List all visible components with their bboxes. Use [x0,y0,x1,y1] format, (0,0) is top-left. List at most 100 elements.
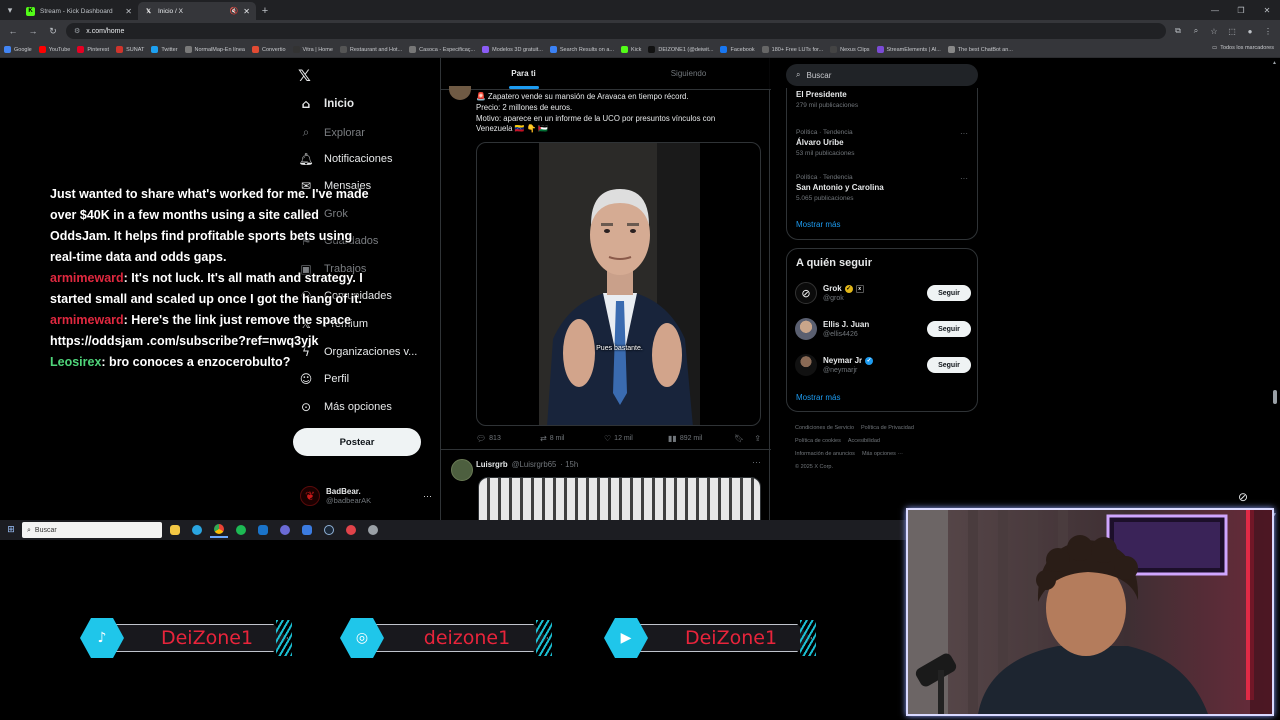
tweet-image[interactable] [478,477,761,520]
more-icon[interactable]: ··· [960,174,968,183]
footer-link[interactable]: Política de Privacidad [861,425,914,431]
scroll-up-icon[interactable]: ▲ [1272,60,1277,66]
footer-link[interactable]: Política de cookies [795,438,841,444]
app-icon[interactable] [364,522,382,538]
file-explorer-icon[interactable] [166,522,184,538]
more-icon[interactable]: ··· [960,129,968,138]
extensions-icon[interactable]: ⬚ [1226,25,1238,37]
bookmark-item[interactable]: YouTube [38,46,70,53]
nav-item-user[interactable]: ☺ Perfil [298,372,349,386]
like-button[interactable]: ♡ 12 mil [604,434,668,443]
forward-icon[interactable]: → [26,24,40,38]
bookmark-item[interactable]: Convertio [251,46,286,53]
tab-search-icon[interactable]: ▾ [0,0,20,20]
bookmark-item[interactable]: StreamElements | Al... [876,46,941,53]
tab-kick-dashboard[interactable]: K Stream - Kick Dashboard ✕ [20,2,138,20]
all-bookmarks-button[interactable]: ▭ Todos los marcadores [1212,45,1274,51]
video-frame[interactable]: Pues bastante. [539,143,700,425]
minimize-icon[interactable]: — [1202,0,1228,20]
trend-item[interactable]: El Presidente 279 mil publicaciones [796,90,972,109]
trend-item[interactable]: Política · Tendencia San Antonio y Carol… [796,174,972,202]
x-logo-icon[interactable]: 𝕏 [298,66,311,85]
repost-button[interactable]: ⇄ 8 mil [540,434,604,443]
bookmark-item[interactable]: 180+ Free LUTs for... [761,46,823,53]
address-bar[interactable]: ⚙ x.com/home [66,23,1166,39]
tab-following[interactable]: Siguiendo [606,58,771,89]
show-more-link[interactable]: Mostrar más [796,220,840,229]
bookmark-star-icon[interactable]: ☆ [1208,25,1220,37]
tab-for-you[interactable]: Para ti [441,58,606,89]
grok-icon[interactable]: ⊘ [1238,490,1256,508]
bookmark-item[interactable]: The best ChatBot an... [947,46,1013,53]
close-tab-icon[interactable]: ✕ [125,7,132,16]
bookmark-item[interactable]: NormalMap-En línea [184,46,245,53]
back-icon[interactable]: ← [6,24,20,38]
spotify-icon[interactable] [232,522,250,538]
nav-item-bell[interactable]: 🔔︎ Notificaciones [298,152,392,166]
avatar[interactable] [451,459,473,481]
footer-link[interactable]: Condiciones de Servicio [795,425,854,431]
bookmark-icon[interactable]: 🔖︎ [734,434,744,443]
obs-icon[interactable] [276,522,294,538]
bookmark-item[interactable]: Modelos 3D gratuit... [482,46,543,53]
bookmark-item[interactable]: Casoca - Especificaç... [409,46,475,53]
edge-icon[interactable] [188,522,206,538]
close-tab-icon[interactable]: ✕ [243,7,250,16]
footer-link[interactable]: Accesibilidad [848,438,880,444]
share-icon[interactable]: ⇪ [754,434,761,443]
suggestion-row[interactable]: Neymar Jr ✓ @neymarjr Seguir [795,351,971,379]
show-more-link[interactable]: Mostrar más [796,393,840,402]
search-input[interactable]: ⌕ Buscar [786,64,978,86]
zoom-icon[interactable]: ⌕ [1190,25,1202,37]
bookmark-item[interactable]: Kick [620,46,641,53]
reply-button[interactable]: 💬︎ 813 [476,434,540,443]
tweet[interactable]: 🚨 Zapatero vende su mansión de Aravaca e… [441,86,771,450]
tweet-video[interactable]: Pues bastante. [476,142,761,426]
bookmark-item[interactable]: SUNAT [116,46,144,53]
footer-link[interactable]: Más opciones ··· [862,451,903,457]
taskbar-search-input[interactable]: ⌕ Buscar [22,522,162,538]
site-info-icon[interactable]: ⚙ [74,27,80,35]
author-handle[interactable]: @Luisrgrb65 [512,460,557,469]
suggestion-row[interactable]: Ellis J. Juan @ellis4426 Seguir [795,315,971,343]
new-tab-button[interactable]: + [256,2,274,20]
close-window-icon[interactable]: ✕ [1254,0,1280,20]
bookmark-item[interactable]: Facebook [720,46,755,53]
windows-start-icon[interactable]: ⊞ [4,523,18,537]
trend-item[interactable]: Política · Tendencia Álvaro Uribe 53 mil… [796,129,972,157]
bookmark-item[interactable]: Nexus Clips [830,46,870,53]
menu-icon[interactable]: ⋮ [1262,25,1274,37]
bookmark-item[interactable]: Restaurant and Hot... [339,46,402,53]
nav-item-search[interactable]: ⌕ Explorar [298,125,365,140]
author-name[interactable]: Luisrgrb [476,460,508,469]
bookmark-item[interactable]: Google [4,46,32,53]
nav-item-home[interactable]: ⌂ Inicio [298,97,354,111]
follow-button[interactable]: Seguir [927,357,971,373]
reload-icon[interactable]: ↻ [46,24,60,38]
suggestion-row[interactable]: ⊘ Grok ✓ x @grok Seguir [795,279,971,307]
profile-icon[interactable]: ● [1244,25,1256,37]
app-icon[interactable] [342,522,360,538]
avatar[interactable] [449,86,471,100]
mute-tab-icon[interactable]: 🔇 [230,7,239,15]
page-scrollbar[interactable]: ▲ ▼ [1272,60,1278,518]
outlook-icon[interactable] [254,522,272,538]
bookmark-item[interactable]: Vitra | Home [292,46,333,53]
post-button[interactable]: Postear [293,428,421,456]
bookmark-item[interactable]: Twitter [151,46,178,53]
bookmark-item[interactable]: DEIZONE1 (@deiwit... [648,46,713,53]
account-switcher[interactable]: ❦ BadBear. @badbearAK ··· [300,482,432,510]
bookmark-item[interactable]: Search Results on a... [549,46,614,53]
scrollbar-thumb[interactable] [1273,390,1277,404]
tweet[interactable]: Luisrgrb @Luisrgrb65 · 15h ··· [441,451,771,520]
nav-item-more-circle[interactable]: ⊙ Más opciones [298,400,392,414]
app-icon[interactable] [298,522,316,538]
steam-icon[interactable] [320,522,338,538]
footer-link[interactable]: Información de anuncios [795,451,855,457]
views-button[interactable]: ▮▮ 892 mil [668,434,732,443]
follow-button[interactable]: Seguir [927,321,971,337]
more-icon[interactable]: ··· [752,457,761,467]
tab-x-home[interactable]: 𝕏 Inicio / X 🔇 ✕ [138,2,256,20]
maximize-icon[interactable]: ❐ [1228,0,1254,20]
install-app-icon[interactable]: ⧉ [1172,25,1184,37]
